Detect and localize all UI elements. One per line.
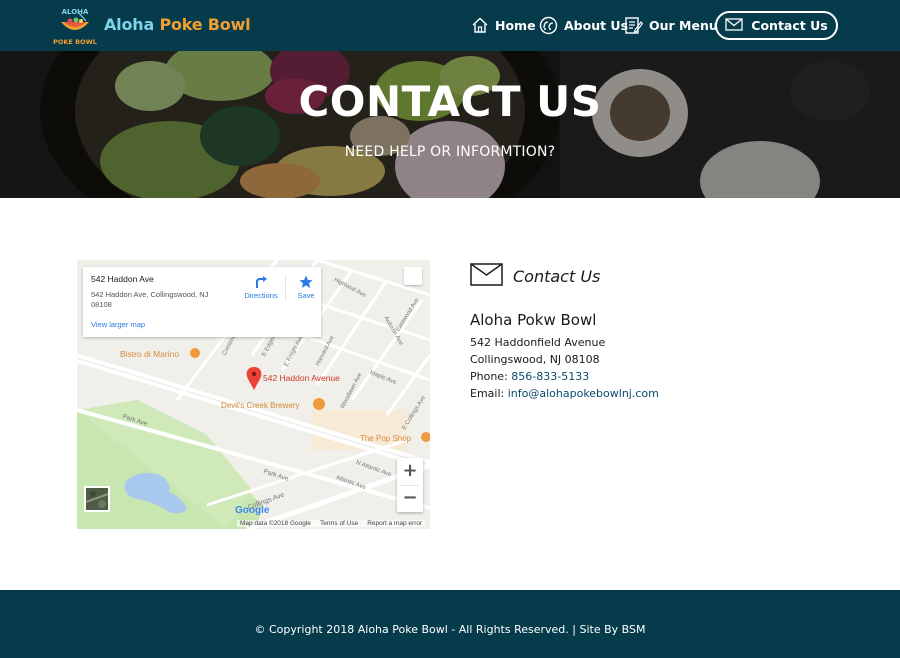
site-footer: © Copyright 2018 Aloha Poke Bowl - All R… xyxy=(0,590,900,658)
google-map[interactable]: 542 Haddon Avenue Bistro di Marino Devil… xyxy=(77,260,430,529)
contact-heading: Contact Us xyxy=(470,263,600,290)
poi-popshop-label[interactable]: The Pop Shop xyxy=(360,434,411,443)
email-label: Email: xyxy=(470,387,508,400)
star-icon xyxy=(291,275,321,291)
directions-icon xyxy=(236,275,286,291)
save-place-button[interactable]: Save xyxy=(291,275,321,300)
map-card-title: 542 Haddon Ave xyxy=(91,274,154,284)
map-card-address: 542 Haddon Ave, Collingswood, NJ 08108 xyxy=(91,290,209,309)
phone-link[interactable]: 856-833-5133 xyxy=(511,370,589,383)
hero-banner: CONTACT US NEED HELP OR INFORMTION? xyxy=(0,51,900,198)
logo-text-bottom: POKE BOWL xyxy=(53,38,97,46)
zoom-in-button[interactable]: + xyxy=(397,458,423,485)
poi-bistro-label[interactable]: Bistro di Marino xyxy=(120,349,179,359)
nav-about-label: About Us xyxy=(564,17,629,33)
nav-contact-button[interactable]: Contact Us xyxy=(715,11,838,40)
envelope-icon xyxy=(470,263,503,290)
address-street: 542 Haddonfield Avenue xyxy=(470,336,606,349)
map-place-card: 542 Haddon Ave 542 Haddon Ave, Collingsw… xyxy=(83,267,321,337)
poi-brewery-label[interactable]: Devil's Creek Brewery xyxy=(221,401,299,410)
map-card-divider xyxy=(285,275,286,301)
menu-icon xyxy=(624,16,643,35)
email-line: Email: info@alohapokebowlnj.com xyxy=(470,387,659,400)
zoom-controls: + − xyxy=(397,458,423,512)
business-name: Aloha Pokw Bowl xyxy=(470,311,597,329)
marker-label: 542 Haddon Avenue xyxy=(263,373,340,383)
report-error-link[interactable]: Report a map error xyxy=(367,520,422,527)
terms-link[interactable]: Terms of Use xyxy=(320,520,358,527)
fullscreen-button[interactable] xyxy=(404,267,422,285)
nav-menu[interactable]: Our Menu xyxy=(624,14,718,36)
nav-home-label: Home xyxy=(495,17,536,33)
brand-part-poke-bowl: Poke Bowl xyxy=(159,15,251,34)
site-header: ALOHA POKE BOWL Aloha Poke Bowl Home Abo… xyxy=(0,0,900,51)
site-logo[interactable]: ALOHA POKE BOWL xyxy=(52,4,98,46)
google-logo-text: Google xyxy=(235,505,270,516)
satellite-thumbnail-icon xyxy=(85,488,109,510)
restaurant-poi-icon[interactable] xyxy=(190,348,200,358)
phone-label: Phone: xyxy=(470,370,512,383)
directions-label: Directions xyxy=(244,291,278,300)
directions-button[interactable]: Directions xyxy=(236,275,286,300)
email-link[interactable]: info@alohapokebowlnj.com xyxy=(508,387,659,400)
save-label: Save xyxy=(297,291,315,300)
satellite-toggle[interactable] xyxy=(84,486,110,512)
brand-name[interactable]: Aloha Poke Bowl xyxy=(104,15,251,34)
address-city: Collingswood, NJ 08108 xyxy=(470,353,600,366)
phone-line: Phone: 856-833-5133 xyxy=(470,370,589,383)
page-title: CONTACT US xyxy=(298,77,602,126)
nav-menu-label: Our Menu xyxy=(649,17,718,33)
contact-heading-text: Contact Us xyxy=(513,267,601,286)
map-data-text: Map data ©2018 Google xyxy=(240,520,311,527)
nav-home[interactable]: Home xyxy=(471,14,536,36)
map-attribution-bar: Map data ©2018 Google Terms of Use Repor… xyxy=(237,520,426,527)
zoom-out-button[interactable]: − xyxy=(397,485,423,512)
page-subtitle: NEED HELP OR INFORMTION? xyxy=(344,144,556,160)
copyright-text: © Copyright 2018 Aloha Poke Bowl - All R… xyxy=(254,623,646,636)
about-icon xyxy=(539,16,558,35)
home-icon xyxy=(471,16,489,34)
logo-text-top: ALOHA xyxy=(62,8,89,16)
view-larger-map-link[interactable]: View larger map xyxy=(91,320,145,329)
nav-about[interactable]: About Us xyxy=(539,14,628,36)
google-logo[interactable]: Google xyxy=(235,505,269,516)
brewery-poi-icon[interactable] xyxy=(313,398,325,410)
nav-contact-label: Contact Us xyxy=(751,18,828,33)
brand-part-aloha: Aloha xyxy=(104,15,155,34)
envelope-icon xyxy=(725,17,743,34)
